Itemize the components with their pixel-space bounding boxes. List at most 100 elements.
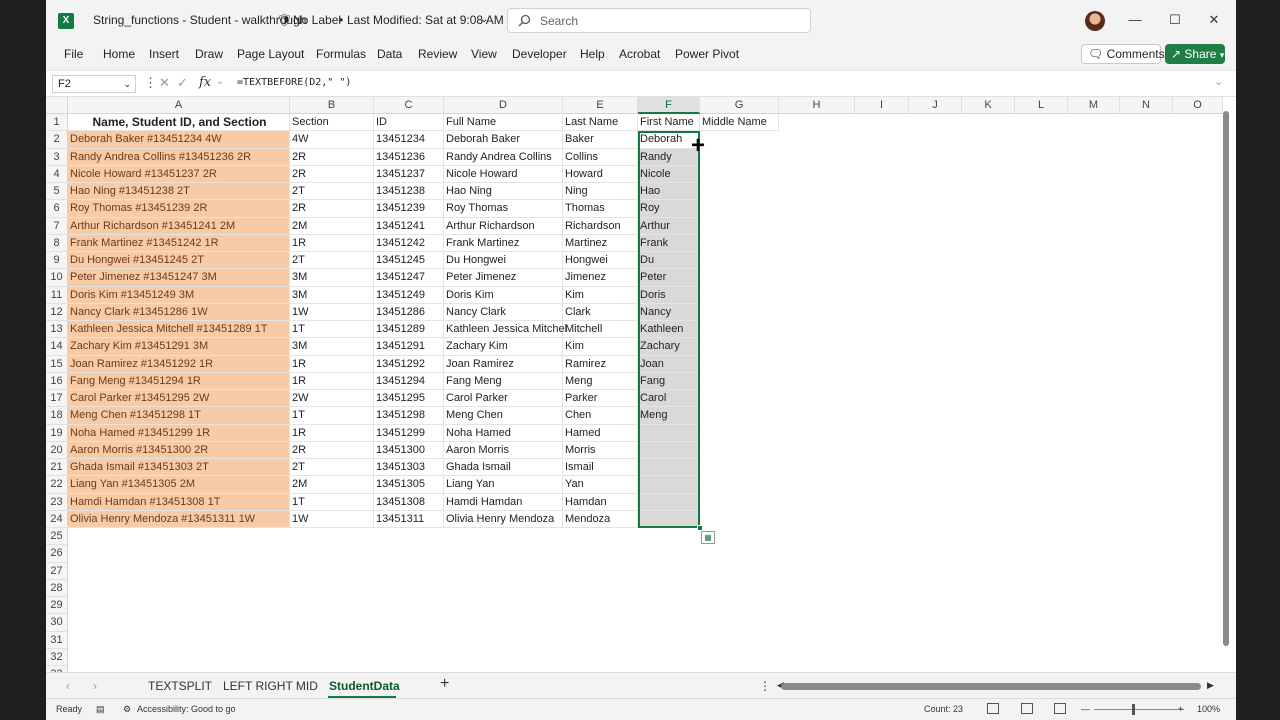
sensitivity-label[interactable]: No Label	[293, 13, 341, 27]
cell-e24[interactable]: Mendoza	[563, 510, 638, 528]
cell-e12[interactable]: Clark	[563, 303, 638, 321]
cell-a5[interactable]: Hao Ning #13451238 2T	[68, 183, 290, 201]
cell-d10[interactable]: Peter Jimenez	[444, 269, 563, 287]
row-header-12[interactable]: 12	[46, 303, 68, 321]
cell-b15[interactable]: 1R	[290, 355, 374, 373]
row-header-21[interactable]: 21	[46, 459, 68, 477]
menu-view[interactable]: View	[471, 47, 497, 61]
minimize-icon[interactable]: —	[1126, 10, 1144, 30]
cell-b13[interactable]: 1T	[290, 321, 374, 339]
cell-b10[interactable]: 3M	[290, 269, 374, 287]
cell-a11[interactable]: Doris Kim #13451249 3M	[68, 286, 290, 304]
cell-e10[interactable]: Jimenez	[563, 269, 638, 287]
cell-f11[interactable]: Doris	[638, 286, 700, 304]
cell-a2[interactable]: Deborah Baker #13451234 4W	[68, 131, 290, 149]
cell-e8[interactable]: Martinez	[563, 234, 638, 252]
cell-a7[interactable]: Arthur Richardson #13451241 2M	[68, 217, 290, 235]
cell-d24[interactable]: Olivia Henry Mendoza	[444, 510, 563, 528]
next-sheet-icon[interactable]: ›	[93, 679, 97, 693]
cell-d13[interactable]: Kathleen Jessica Mitchel	[444, 321, 567, 339]
cell-c11[interactable]: 13451249	[374, 286, 444, 304]
cell-a9[interactable]: Du Hongwei #13451245 2T	[68, 252, 290, 270]
vertical-scroll-thumb[interactable]	[1223, 111, 1229, 646]
cell-c9[interactable]: 13451245	[374, 252, 444, 270]
column-header-h[interactable]: H	[779, 97, 855, 114]
cell-b3[interactable]: 2R	[290, 148, 374, 166]
cell-c10[interactable]: 13451247	[374, 269, 444, 287]
cell-d12[interactable]: Nancy Clark	[444, 303, 563, 321]
row-header-23[interactable]: 23	[46, 493, 68, 511]
page-break-view-icon[interactable]	[1054, 703, 1066, 714]
cell-b20[interactable]: 2R	[290, 441, 374, 459]
scroll-right-icon[interactable]: ▶	[1207, 680, 1214, 691]
formula-input[interactable]: =TEXTBEFORE(D2," ")	[237, 77, 351, 88]
cell-d19[interactable]: Noha Hamed	[444, 424, 563, 442]
zoom-slider[interactable]	[1094, 709, 1184, 710]
zoom-out-icon[interactable]: —	[1081, 704, 1090, 714]
zoom-level[interactable]: 100%	[1197, 704, 1220, 714]
row-header-15[interactable]: 15	[46, 355, 68, 373]
row-header-7[interactable]: 7	[46, 217, 68, 235]
cell-e14[interactable]: Kim	[563, 338, 638, 356]
cell-a23[interactable]: Hamdi Hamdan #13451308 1T	[68, 493, 290, 511]
cell-b5[interactable]: 2T	[290, 183, 374, 201]
cell-d3[interactable]: Randy Andrea Collins	[444, 148, 563, 166]
row-header-29[interactable]: 29	[46, 597, 68, 615]
sheet-tab-textsplit[interactable]: TEXTSPLIT	[148, 679, 212, 693]
row-header-20[interactable]: 20	[46, 441, 68, 459]
column-header-d[interactable]: D	[444, 97, 563, 114]
close-icon[interactable]: ✕	[1205, 10, 1223, 30]
row-header-31[interactable]: 31	[46, 631, 68, 649]
row-header-27[interactable]: 27	[46, 562, 68, 580]
column-header-g[interactable]: G	[700, 97, 779, 114]
cell-a13[interactable]: Kathleen Jessica Mitchell #13451289 1T	[68, 321, 290, 339]
cell-c19[interactable]: 13451299	[374, 424, 444, 442]
cell-c5[interactable]: 13451238	[374, 183, 444, 201]
cell-e19[interactable]: Hamed	[563, 424, 638, 442]
cell-c4[interactable]: 13451237	[374, 165, 444, 183]
column-header-e[interactable]: E	[563, 97, 638, 114]
normal-view-icon[interactable]	[987, 703, 999, 714]
header-cell-d[interactable]: Full Name	[444, 114, 563, 132]
cell-a22[interactable]: Liang Yan #13451305 2M	[68, 476, 290, 494]
share-button[interactable]: ↗ Share ▾	[1165, 44, 1225, 64]
cell-f9[interactable]: Du	[638, 252, 700, 270]
row-header-10[interactable]: 10	[46, 269, 68, 287]
accessibility-icon[interactable]: ⚙	[123, 704, 131, 715]
column-header-b[interactable]: B	[290, 97, 374, 114]
cell-d9[interactable]: Du Hongwei	[444, 252, 563, 270]
cell-b12[interactable]: 1W	[290, 303, 374, 321]
column-header-m[interactable]: M	[1068, 97, 1120, 114]
count-display[interactable]: Count: 23	[924, 704, 963, 714]
row-header-11[interactable]: 11	[46, 286, 68, 304]
cell-b9[interactable]: 2T	[290, 252, 374, 270]
menu-insert[interactable]: Insert	[149, 47, 179, 61]
column-header-f[interactable]: F	[638, 97, 700, 114]
cell-e6[interactable]: Thomas	[563, 200, 638, 218]
cell-a16[interactable]: Fang Meng #13451294 1R	[68, 372, 290, 390]
spreadsheet-grid[interactable]: ABCDEFGHIJKLMNO 1 2 3 4 5 6 7 8 9 10 11 12 13 14 15 16 1…	[46, 97, 1236, 672]
cell-c18[interactable]: 13451298	[374, 407, 444, 425]
cell-e20[interactable]: Morris	[563, 441, 638, 459]
cell-a6[interactable]: Roy Thomas #13451239 2R	[68, 200, 290, 218]
menu-power-pivot[interactable]: Power Pivot	[675, 47, 739, 61]
cell-b2[interactable]: 4W	[290, 131, 374, 149]
cell-b6[interactable]: 2R	[290, 200, 374, 218]
cell-c2[interactable]: 13451234	[374, 131, 444, 149]
cell-a20[interactable]: Aaron Morris #13451300 2R	[68, 441, 290, 459]
chevron-down-icon[interactable]: ⌄	[216, 76, 224, 87]
cell-e22[interactable]: Yan	[563, 476, 638, 494]
header-cell-a[interactable]: Name, Student ID, and Section	[68, 114, 290, 132]
row-header-9[interactable]: 9	[46, 252, 68, 270]
page-layout-view-icon[interactable]	[1021, 703, 1033, 714]
row-header-18[interactable]: 18	[46, 407, 68, 425]
chevron-down-icon[interactable]: ⌄	[480, 14, 488, 25]
column-header-a[interactable]: A	[68, 97, 290, 114]
cell-e18[interactable]: Chen	[563, 407, 638, 425]
add-sheet-icon[interactable]: +	[440, 675, 449, 693]
name-box[interactable]: F2 ⌄	[52, 75, 136, 93]
column-header-j[interactable]: J	[909, 97, 962, 114]
cell-c14[interactable]: 13451291	[374, 338, 444, 356]
menu-acrobat[interactable]: Acrobat	[619, 47, 660, 61]
cell-f17[interactable]: Carol	[638, 390, 700, 408]
